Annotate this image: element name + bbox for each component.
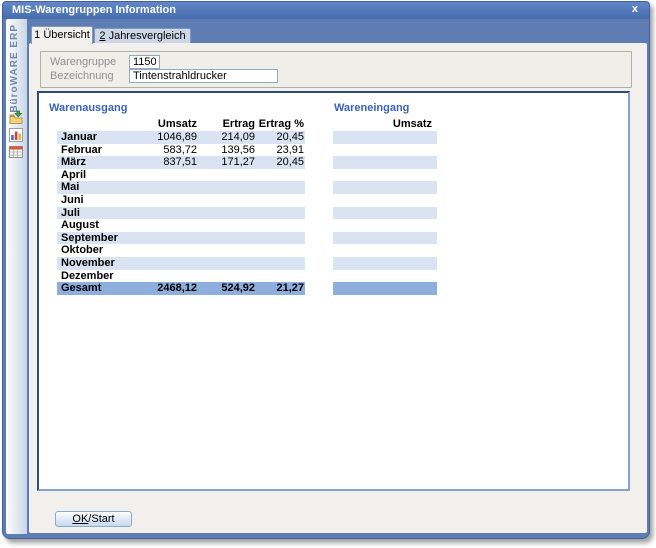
table-row: November: [57, 257, 305, 270]
table-row: Februar 583,72 139,56 23,91: [57, 144, 305, 157]
warengruppe-label: Warengruppe: [50, 56, 116, 68]
close-icon[interactable]: x: [630, 3, 640, 15]
wareneingang-row: [333, 207, 437, 220]
wareneingang-title: Wareneingang: [334, 102, 409, 114]
wareneingang-row: [333, 131, 437, 144]
table-row: Juni: [57, 194, 305, 207]
tab-uebersicht[interactable]: 1 Übersicht: [31, 26, 93, 44]
window-title: MIS-Warengruppen Information: [12, 4, 176, 16]
form-groupbox: Warengruppe Bezeichnung: [40, 51, 632, 88]
wareneingang-row: [333, 144, 437, 157]
bar-chart-icon[interactable]: [8, 127, 24, 143]
wareneingang-row: [333, 270, 437, 283]
warenausgang-table: Januar 1046,89 214,09 20,45 Februar 583,…: [57, 131, 305, 295]
calendar-icon[interactable]: [8, 144, 24, 160]
month-column-header: [57, 118, 145, 130]
ertrag-column-header: Ertrag: [197, 118, 255, 130]
open-folder-icon[interactable]: [8, 110, 24, 126]
wareneingang-row: [333, 156, 437, 169]
table-row: September: [57, 232, 305, 245]
wareneingang-umsatz-header: Umsatz: [334, 118, 432, 130]
sidebar: BüroWARE ERP: [6, 19, 27, 534]
bezeichnung-label: Bezeichnung: [50, 70, 114, 82]
brand-vertical-label: BüroWARE ERP: [9, 24, 20, 113]
mis-window: MIS-Warengruppen Information x BüroWARE …: [2, 1, 650, 539]
tab-jahresvergleich[interactable]: 2 Jahresvergleich: [94, 28, 191, 44]
umsatz-column-header: Umsatz: [145, 118, 197, 130]
ertrag-pct-column-header: Ertrag %: [255, 118, 304, 130]
ok-start-label: /Start: [88, 513, 114, 525]
wareneingang-row: [333, 181, 437, 194]
wareneingang-total-row: [333, 282, 437, 295]
sidebar-icon-column: [8, 110, 24, 160]
wareneingang-row: [333, 219, 437, 232]
content-panel: Warengruppe Bezeichnung Warenausgang War…: [29, 43, 647, 533]
tab-uebersicht-label: 1 Übersicht: [34, 29, 90, 41]
warenausgang-header-row: Umsatz Ertrag Ertrag %: [57, 118, 305, 130]
ok-start-hotkey: OK: [72, 513, 88, 525]
wareneingang-row: [333, 244, 437, 257]
data-panel: Warenausgang Wareneingang Umsatz Ertrag …: [37, 91, 630, 491]
warengruppe-input[interactable]: [129, 55, 160, 69]
wareneingang-table: [333, 131, 437, 295]
table-row: Mai: [57, 181, 305, 194]
titlebar[interactable]: MIS-Warengruppen Information x: [3, 2, 649, 19]
tab-jahresvergleich-label: Jahresvergleich: [106, 30, 186, 42]
wareneingang-row: [333, 232, 437, 245]
wareneingang-row: [333, 169, 437, 182]
table-row: März 837,51 171,27 20,45: [57, 156, 305, 169]
table-row: Januar 1046,89 214,09 20,45: [57, 131, 305, 144]
table-row: Oktober: [57, 244, 305, 257]
wareneingang-row: [333, 194, 437, 207]
wareneingang-row: [333, 257, 437, 270]
ok-start-button[interactable]: OK/Start: [55, 511, 132, 527]
warenausgang-title: Warenausgang: [49, 102, 127, 114]
table-row: April: [57, 169, 305, 182]
table-row: Juli: [57, 207, 305, 220]
table-row: Dezember: [57, 270, 305, 283]
table-row: August: [57, 219, 305, 232]
bezeichnung-input[interactable]: [129, 69, 278, 83]
total-row: Gesamt 2468,12 524,92 21,27: [57, 282, 305, 295]
